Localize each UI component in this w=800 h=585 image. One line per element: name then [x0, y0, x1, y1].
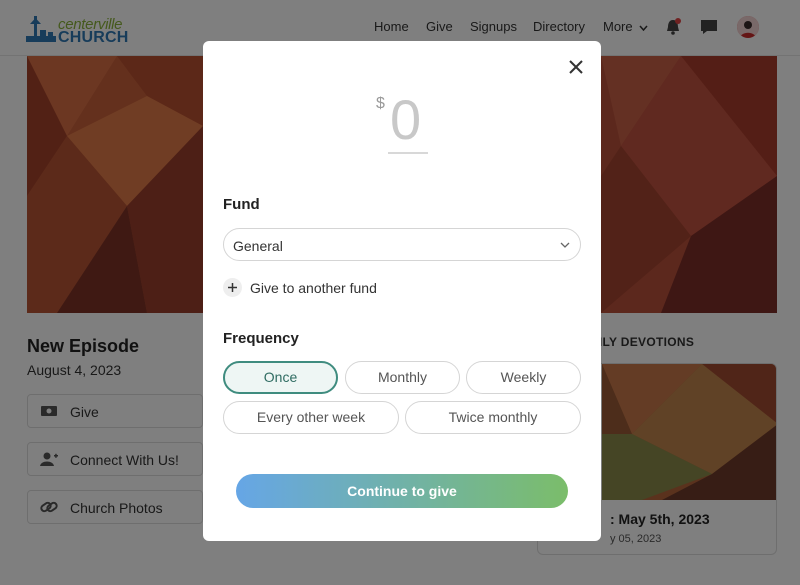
frequency-monthly[interactable]: Monthly — [345, 361, 460, 394]
close-icon[interactable] — [567, 58, 585, 76]
amount-value: 0 — [390, 88, 422, 151]
frequency-once[interactable]: Once — [223, 361, 338, 394]
fund-title: Fund — [223, 196, 260, 213]
frequency-every-other-week[interactable]: Every other week — [223, 401, 399, 434]
add-fund-label: Give to another fund — [250, 280, 377, 296]
frequency-title: Frequency — [223, 330, 299, 347]
amount-underline — [388, 152, 428, 154]
frequency-twice-monthly[interactable]: Twice monthly — [405, 401, 581, 434]
continue-to-give-button[interactable]: Continue to give — [236, 474, 568, 508]
chevron-down-icon — [560, 242, 570, 248]
give-modal: $ 0 Fund General Give to another fund Fr… — [203, 41, 601, 541]
amount-input[interactable]: $ 0 — [376, 83, 448, 153]
currency-symbol: $ — [376, 95, 385, 112]
fund-select[interactable]: General — [223, 228, 581, 261]
frequency-weekly[interactable]: Weekly — [466, 361, 581, 394]
fund-select-value: General — [233, 238, 283, 254]
add-fund-button[interactable]: Give to another fund — [223, 277, 403, 299]
plus-icon — [223, 278, 242, 297]
